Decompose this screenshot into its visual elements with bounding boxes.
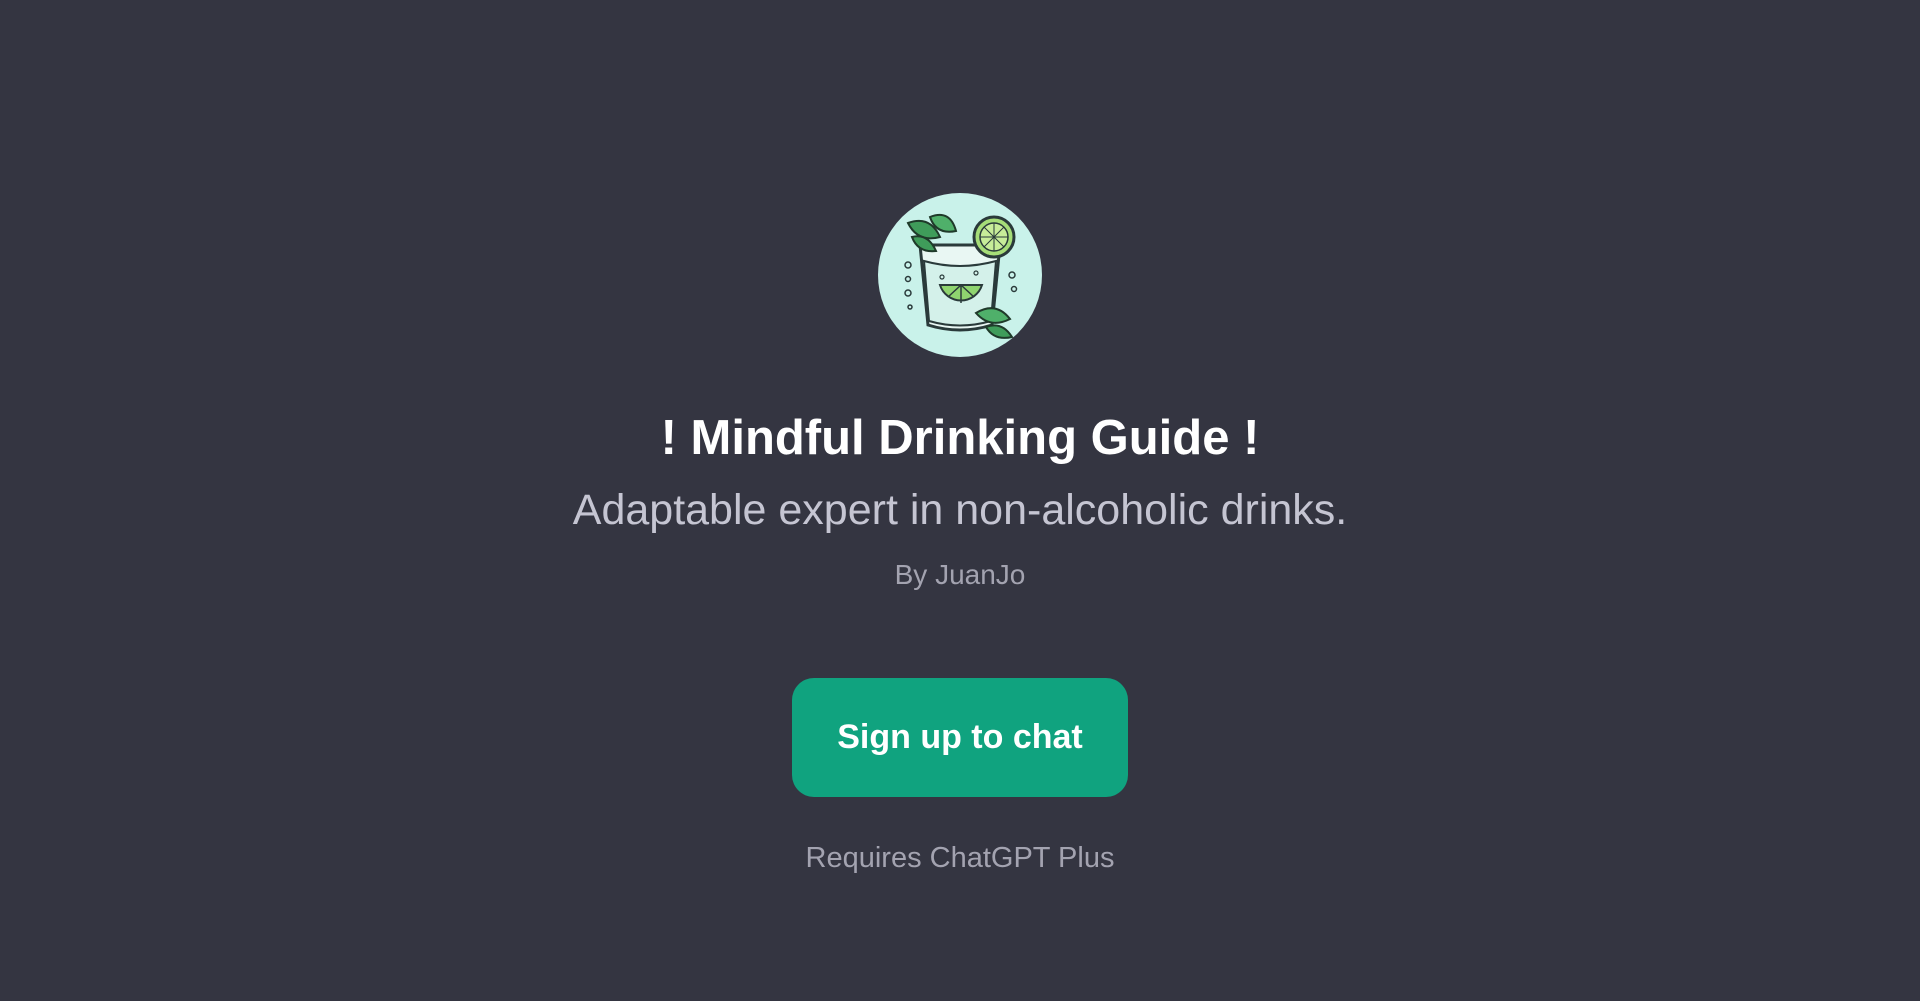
gpt-author: By JuanJo: [894, 559, 1026, 590]
gpt-avatar: [878, 193, 1042, 357]
sign-up-to-chat-button[interactable]: Sign up to chat: [792, 678, 1128, 797]
gpt-description: Adaptable expert in non-alcoholic drinks…: [572, 486, 1348, 534]
gpt-title: ! Mindful Drinking Guide !: [660, 411, 1260, 465]
mojito-glass-icon: [904, 213, 1018, 339]
gpt-landing-page: ! Mindful Drinking Guide ! Adaptable exp…: [0, 0, 1920, 1001]
plus-requirement-note: Requires ChatGPT Plus: [805, 842, 1115, 874]
